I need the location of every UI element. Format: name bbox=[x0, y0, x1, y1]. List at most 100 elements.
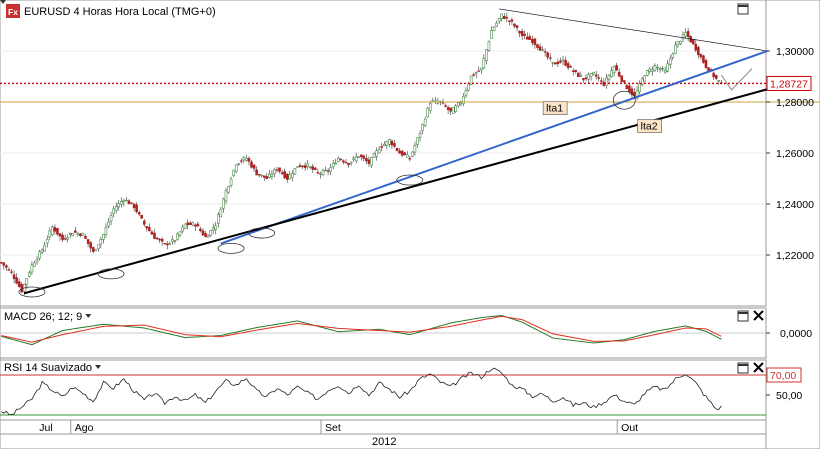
candle-body bbox=[388, 139, 391, 145]
candle-body bbox=[352, 157, 355, 160]
candle-body bbox=[548, 57, 552, 59]
candle-body bbox=[645, 70, 649, 76]
candle-body bbox=[125, 199, 128, 202]
rsi-title-bar[interactable]: RSI 14 Suavizado bbox=[4, 362, 102, 374]
maximize-icon[interactable] bbox=[737, 3, 749, 15]
candle-body bbox=[130, 202, 133, 204]
candle-body bbox=[362, 155, 366, 159]
price-title: EURUSD 4 Horas Hora Local (TMG+0) bbox=[24, 6, 216, 18]
candle-body bbox=[165, 243, 169, 246]
candle-body bbox=[525, 36, 529, 40]
candle-body bbox=[500, 13, 504, 19]
candle-body bbox=[30, 264, 34, 273]
candle-body bbox=[658, 68, 662, 70]
candle-body bbox=[704, 60, 708, 68]
candle-body bbox=[503, 16, 506, 19]
candle-body bbox=[217, 214, 220, 224]
candle-body bbox=[628, 85, 631, 93]
candle-body bbox=[107, 221, 110, 227]
candle-body bbox=[104, 227, 108, 235]
candle-body bbox=[7, 269, 11, 271]
candle-body bbox=[331, 162, 335, 167]
candle-body bbox=[45, 239, 49, 244]
month-label: Set bbox=[325, 422, 341, 434]
candle-body bbox=[135, 204, 138, 213]
price-tick-label: 1,24000 bbox=[776, 199, 814, 211]
candle-body bbox=[53, 227, 57, 232]
candle-body bbox=[365, 158, 368, 162]
candle-body bbox=[385, 140, 389, 146]
time-axis-months-row bbox=[0, 419, 767, 435]
candle-body bbox=[485, 49, 488, 61]
candle-body bbox=[255, 169, 258, 176]
candle-body bbox=[329, 167, 332, 172]
candle-body bbox=[546, 52, 549, 58]
candle-body bbox=[569, 66, 572, 68]
candle-body bbox=[523, 33, 526, 36]
candle-body bbox=[97, 244, 100, 250]
candle-body bbox=[316, 172, 320, 174]
time-axis: Jul Ago Set Out 2012 bbox=[0, 419, 767, 449]
candle-body bbox=[112, 208, 115, 214]
candle-body bbox=[577, 72, 580, 77]
candle-body bbox=[651, 69, 654, 72]
candle-body bbox=[183, 223, 187, 229]
candle-body bbox=[308, 166, 312, 168]
price-pane: lta1 lta2 1,22000 1,24000 1,26000 1,28000 1,3… bbox=[0, 0, 820, 307]
candle-body bbox=[543, 51, 547, 53]
rsi-plot-area bbox=[0, 359, 767, 421]
candle-body bbox=[377, 149, 381, 154]
candle-body bbox=[714, 74, 718, 79]
candle-body bbox=[383, 143, 386, 147]
candle-body bbox=[582, 78, 585, 81]
candle-body bbox=[508, 20, 511, 22]
macd-title-bar[interactable]: MACD 26; 12; 9 bbox=[4, 311, 92, 323]
candle-body bbox=[694, 43, 698, 51]
candle-body bbox=[191, 222, 195, 226]
candle-body bbox=[219, 209, 223, 218]
candle-body bbox=[314, 167, 317, 170]
candle-body bbox=[492, 26, 496, 31]
rsi-pane: 70,00 50,00 RSI 14 Suavizado bbox=[0, 359, 802, 421]
macd-maximize-icon[interactable] bbox=[737, 310, 749, 322]
candle-body bbox=[283, 171, 286, 179]
candle-body bbox=[372, 153, 376, 158]
candle-body bbox=[487, 41, 491, 51]
candle-body bbox=[403, 152, 406, 156]
candle-body bbox=[554, 62, 557, 65]
candle-body bbox=[375, 150, 378, 157]
candle-body bbox=[691, 39, 695, 45]
candle-body bbox=[579, 75, 583, 77]
rsi-tick-label: 50,00 bbox=[776, 390, 802, 402]
candle-body bbox=[25, 278, 29, 286]
candle-body bbox=[176, 233, 179, 240]
candle-body bbox=[428, 103, 432, 111]
candle-body bbox=[181, 226, 184, 232]
candle-body bbox=[370, 157, 373, 166]
candle-body bbox=[201, 230, 205, 236]
candle-body bbox=[153, 232, 156, 239]
candle-body bbox=[15, 277, 18, 284]
candle-body bbox=[148, 227, 151, 232]
price-tick-label: 1,26000 bbox=[776, 148, 814, 160]
candle-body bbox=[150, 231, 154, 235]
price-tick-label: 1,22000 bbox=[776, 250, 814, 262]
trend-label: lta2 bbox=[641, 121, 658, 133]
candle-body bbox=[51, 226, 54, 235]
candle-body bbox=[275, 169, 279, 171]
month-label: Out bbox=[621, 422, 638, 434]
candle-body bbox=[61, 234, 64, 241]
candle-body bbox=[145, 226, 149, 229]
candle-body bbox=[206, 235, 210, 238]
candle-body bbox=[515, 25, 519, 29]
candle-body bbox=[66, 237, 69, 240]
candle-body bbox=[227, 185, 230, 193]
candle-body bbox=[155, 237, 159, 240]
candle-body bbox=[497, 18, 501, 22]
rsi-maximize-icon[interactable] bbox=[737, 362, 749, 374]
candle-body bbox=[702, 55, 705, 63]
last-price-tag: 1,28727 bbox=[766, 75, 812, 91]
candle-body bbox=[459, 102, 463, 105]
candle-body bbox=[482, 58, 486, 69]
candle-body bbox=[260, 174, 263, 177]
